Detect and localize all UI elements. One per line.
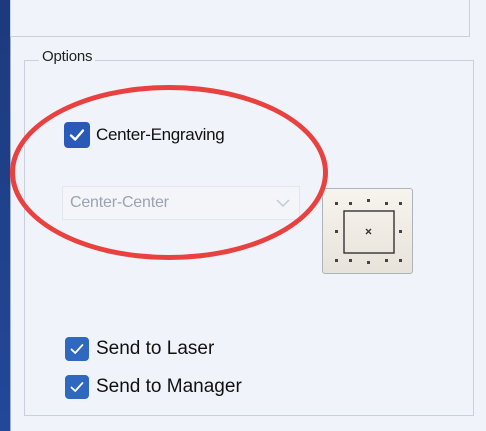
send-to-manager-label: Send to Manager: [96, 376, 242, 397]
send-to-manager-checkbox[interactable]: Send to Manager: [65, 375, 242, 399]
center-position-button[interactable]: [322, 188, 413, 274]
send-to-laser-label: Send to Laser: [96, 338, 215, 359]
chevron-down-icon: [276, 199, 290, 208]
center-engraving-label: Center-Engraving: [96, 125, 225, 144]
alignment-dropdown-value: Center-Center: [70, 194, 169, 211]
options-group-title: Options: [39, 48, 96, 65]
center-engraving-checkbox[interactable]: Center-Engraving: [64, 122, 225, 148]
checkmark-icon[interactable]: [65, 337, 89, 361]
checkmark-icon[interactable]: [64, 122, 90, 148]
center-position-icon: [335, 199, 402, 264]
send-to-laser-checkbox[interactable]: Send to Laser: [65, 337, 214, 361]
alignment-dropdown[interactable]: Center-Center: [62, 186, 300, 220]
top-section-box: [10, 0, 470, 37]
checkmark-icon[interactable]: [65, 375, 89, 399]
